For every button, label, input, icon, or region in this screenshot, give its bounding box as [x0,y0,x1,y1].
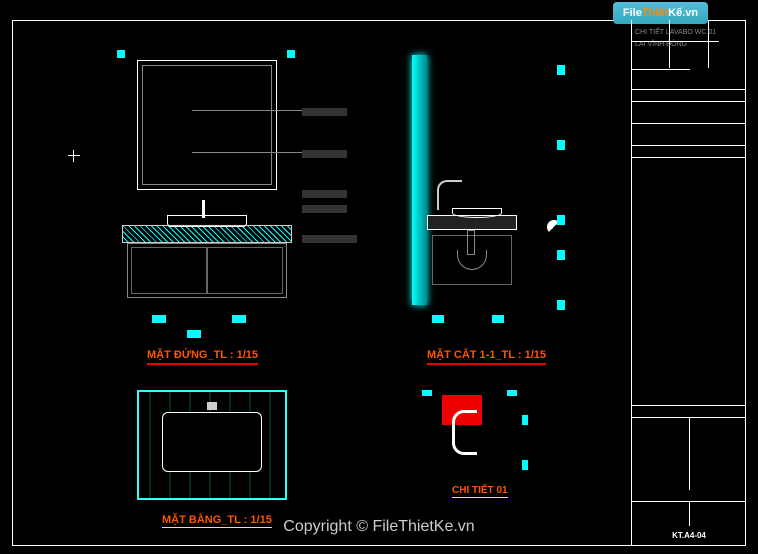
tb-cell [632,146,746,158]
leader-line [192,152,302,153]
tb-cell [632,68,746,90]
annotation-block [302,235,357,243]
tb-drawing-title: CHI TIẾT LAVABO WC 01 [635,29,716,36]
logo-domain: .vn [682,7,698,19]
tb-cell [632,124,746,146]
dim-tick [522,415,528,425]
crosshair-marker [68,150,80,162]
elevation-label-group: MẶT ĐỨNG_TL : 1/15 [147,345,258,365]
dim-tick [522,460,528,470]
elevation-view [122,50,302,330]
cabinet-elev [127,243,287,298]
faucet-section [437,180,462,210]
basin-plan [162,412,262,472]
logo-text-1: File [623,7,642,19]
tb-row [632,418,746,430]
dim-tick [422,390,432,396]
tb-cell [632,490,746,502]
basin-elev [167,215,247,227]
section-label-group: MẶT CẮT 1-1_TL : 1/15 [427,345,546,365]
tb-spacer [632,158,746,406]
mirror [137,60,277,190]
countertop-elev [122,225,292,243]
section-view [392,50,572,330]
tb-row [632,454,746,466]
title-block: LẠI VĨNH ĐÔNG CHI TIẾT LAVABO WC 01 KT.A… [631,20,746,546]
dim-tick [557,140,565,150]
dim-block [492,315,504,323]
faucet-elev [202,200,205,218]
logo-text-2: Thiết [642,7,668,19]
faucet-plan [207,402,217,410]
tb-cell [632,102,746,124]
detail-view [427,395,507,465]
tb-row [632,478,746,490]
plan-view [137,390,287,500]
cabinet-door-left [131,247,207,294]
annotation-block [302,205,347,213]
tb-row [632,502,746,514]
dim-tick [117,50,125,58]
copyright-watermark: Copyright © FileThietKe.vn [0,518,758,536]
tb-row [632,466,746,478]
dim-tick [507,390,517,396]
annotation-block [302,108,347,116]
dim-tick [287,50,295,58]
dim-block [187,330,201,338]
leader-line [192,110,302,111]
detail-label: CHI TIẾT 01 [452,485,508,498]
cabinet-door-right [207,247,283,294]
tb-cell [632,406,746,418]
dim-tick [557,250,565,260]
elevation-label: MẶT ĐỨNG_TL : 1/15 [147,349,258,365]
tb-project-label: LẠI VĨNH ĐÔNG [635,41,687,48]
annotation-block [302,150,347,158]
detail-label-group: CHI TIẾT 01 [452,480,508,498]
drawing-area: MẶT ĐỨNG_TL : 1/15 MẶT CẮT 1-1_TL : 1/15… [12,20,631,546]
tb-cell [632,90,746,102]
mirror-inner [142,65,272,185]
dim-tick [557,215,565,225]
wall-section [412,55,427,305]
dim-block [232,315,246,323]
dim-block [432,315,444,323]
section-label: MẶT CẮT 1-1_TL : 1/15 [427,349,546,365]
annotation-block [302,190,347,198]
dim-tick [557,65,565,75]
tb-row [632,430,746,442]
dim-tick [557,300,565,310]
tb-drawing-title-cell: CHI TIẾT LAVABO WC 01 [632,20,719,42]
tb-row [632,442,746,454]
detail-hook [452,410,477,455]
logo-text-3: Kế [668,7,682,19]
dim-block [152,315,166,323]
